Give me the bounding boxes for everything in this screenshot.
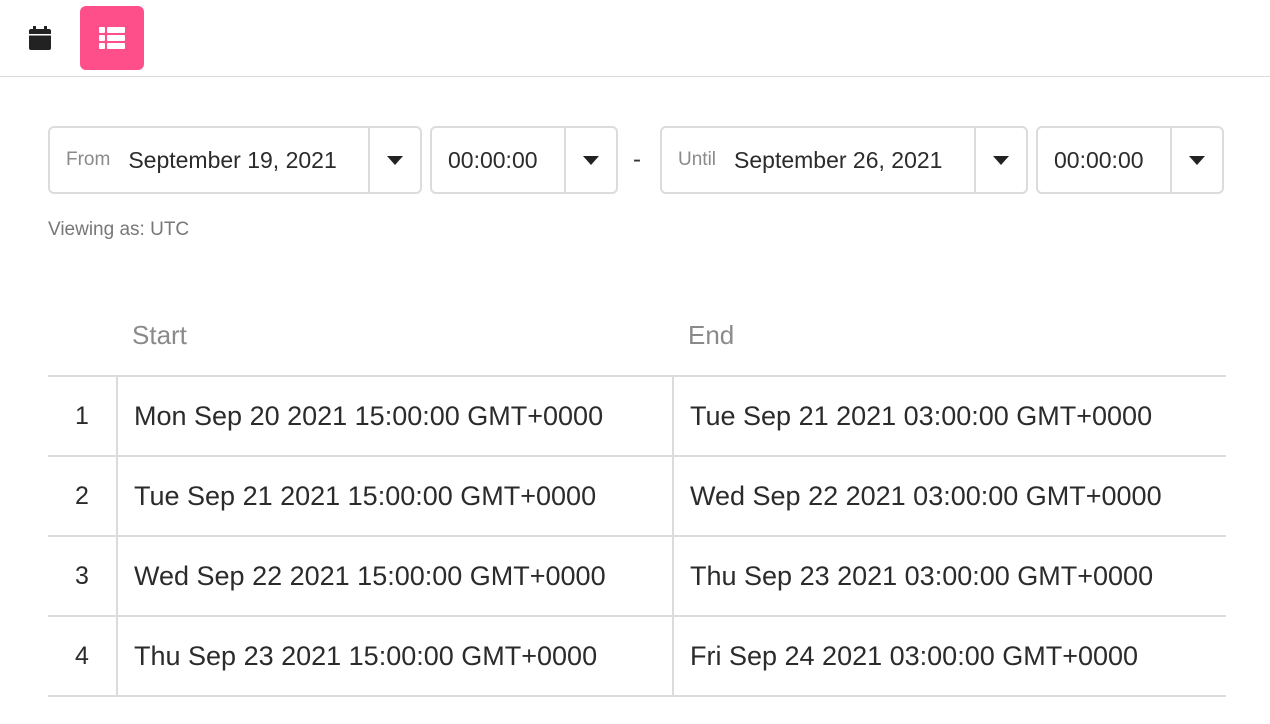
from-label: From (66, 149, 111, 170)
until-date-dropdown[interactable] (974, 128, 1026, 192)
table-row: 4 Thu Sep 23 2021 15:00:00 GMT+0000 Fri … (48, 616, 1226, 697)
table-row: 1 Mon Sep 20 2021 15:00:00 GMT+0000 Tue … (48, 376, 1226, 457)
calendar-icon (29, 26, 51, 50)
row-index: 4 (48, 616, 118, 697)
list-icon (99, 27, 125, 49)
until-time-dropdown[interactable] (1170, 128, 1222, 192)
results-table: Start End 1 Mon Sep 20 2021 15:00:00 GMT… (48, 296, 1226, 697)
until-date-value[interactable]: September 26, 2021 (734, 147, 974, 174)
range-separator: - (633, 146, 641, 173)
from-time-value[interactable]: 00:00:00 (448, 147, 564, 174)
caret-down-icon (993, 155, 1009, 165)
from-time-dropdown[interactable] (564, 128, 616, 192)
from-date-picker[interactable]: From September 19, 2021 (48, 126, 422, 194)
row-start: Thu Sep 23 2021 15:00:00 GMT+0000 (117, 616, 674, 697)
column-header-start: Start (117, 296, 673, 377)
view-toolbar (0, 0, 1270, 77)
row-start: Wed Sep 22 2021 15:00:00 GMT+0000 (117, 536, 674, 617)
column-header-end: End (673, 296, 1226, 377)
row-index: 3 (48, 536, 118, 617)
until-label: Until (678, 149, 717, 170)
calendar-view-button[interactable] (8, 6, 72, 70)
table-header-row: Start End (48, 296, 1226, 377)
from-date-dropdown[interactable] (368, 128, 420, 192)
row-index: 2 (48, 456, 118, 537)
caret-down-icon (1189, 155, 1205, 165)
from-date-value[interactable]: September 19, 2021 (128, 147, 368, 174)
caret-down-icon (387, 155, 403, 165)
table-row: 2 Tue Sep 21 2021 15:00:00 GMT+0000 Wed … (48, 456, 1226, 537)
list-view-button[interactable] (80, 6, 144, 70)
timezone-note: Viewing as: UTC (48, 219, 190, 240)
row-end: Thu Sep 23 2021 03:00:00 GMT+0000 (673, 536, 1226, 617)
row-end: Fri Sep 24 2021 03:00:00 GMT+0000 (673, 616, 1226, 697)
table-row: 3 Wed Sep 22 2021 15:00:00 GMT+0000 Thu … (48, 536, 1226, 617)
row-start: Mon Sep 20 2021 15:00:00 GMT+0000 (117, 376, 674, 457)
until-time-value[interactable]: 00:00:00 (1054, 147, 1170, 174)
until-time-picker[interactable]: 00:00:00 (1036, 126, 1224, 194)
row-end: Tue Sep 21 2021 03:00:00 GMT+0000 (673, 376, 1226, 457)
column-header-index (48, 296, 117, 377)
caret-down-icon (583, 155, 599, 165)
from-time-picker[interactable]: 00:00:00 (430, 126, 618, 194)
row-end: Wed Sep 22 2021 03:00:00 GMT+0000 (673, 456, 1226, 537)
row-start: Tue Sep 21 2021 15:00:00 GMT+0000 (117, 456, 674, 537)
row-index: 1 (48, 376, 118, 457)
until-date-picker[interactable]: Until September 26, 2021 (660, 126, 1028, 194)
